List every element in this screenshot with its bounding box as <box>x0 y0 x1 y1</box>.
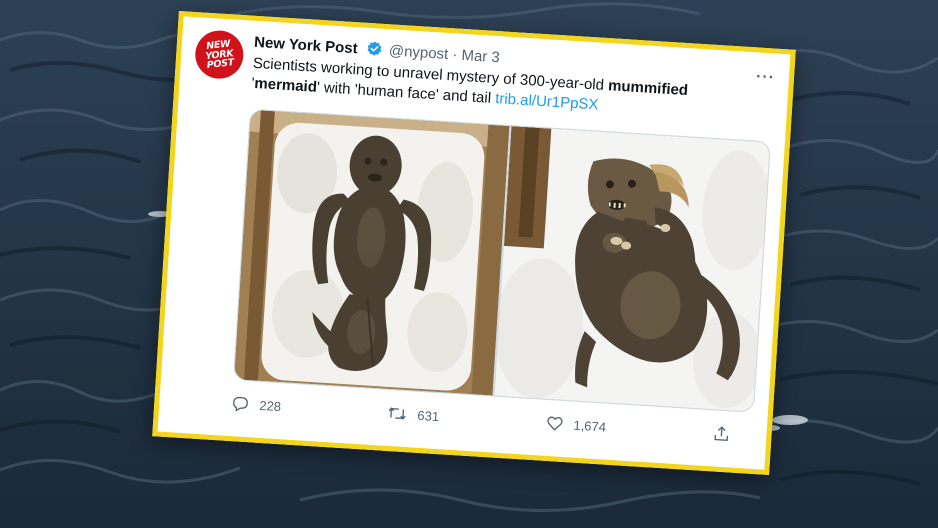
mermaid-photo-right[interactable] <box>494 126 770 412</box>
avatar[interactable]: NEW YORK POST <box>193 29 245 81</box>
reply-icon <box>231 394 250 413</box>
tweet-date[interactable]: Mar 3 <box>461 47 500 66</box>
header-separator: · <box>451 46 458 64</box>
tweet-text-bold: mummified <box>607 77 689 100</box>
share-button[interactable] <box>712 424 731 443</box>
retweet-count: 631 <box>417 407 440 424</box>
tweet-text-bold: mermaid <box>253 74 318 96</box>
mermaid-photo-left[interactable] <box>233 109 510 396</box>
tweet-link[interactable]: trib.al/Ur1PpSX <box>495 90 599 113</box>
reply-count: 228 <box>258 397 282 414</box>
like-icon <box>545 414 564 433</box>
verified-badge-icon <box>365 40 383 62</box>
like-count: 1,674 <box>573 417 607 435</box>
retweet-button[interactable]: 631 <box>387 404 440 425</box>
reply-button[interactable]: 228 <box>231 394 282 415</box>
author-handle[interactable]: @nypost <box>388 42 448 63</box>
tweet-card[interactable]: NEW YORK POST New York Post @nypost · Ma… <box>152 11 796 475</box>
more-options-icon[interactable]: ··· <box>755 68 775 87</box>
avatar-logo-text: NEW YORK POST <box>204 38 235 71</box>
like-button[interactable]: 1,674 <box>545 414 607 436</box>
tweet-media[interactable] <box>232 108 771 413</box>
share-icon <box>712 424 731 443</box>
retweet-icon <box>387 404 408 423</box>
author-name[interactable]: New York Post <box>254 34 359 57</box>
